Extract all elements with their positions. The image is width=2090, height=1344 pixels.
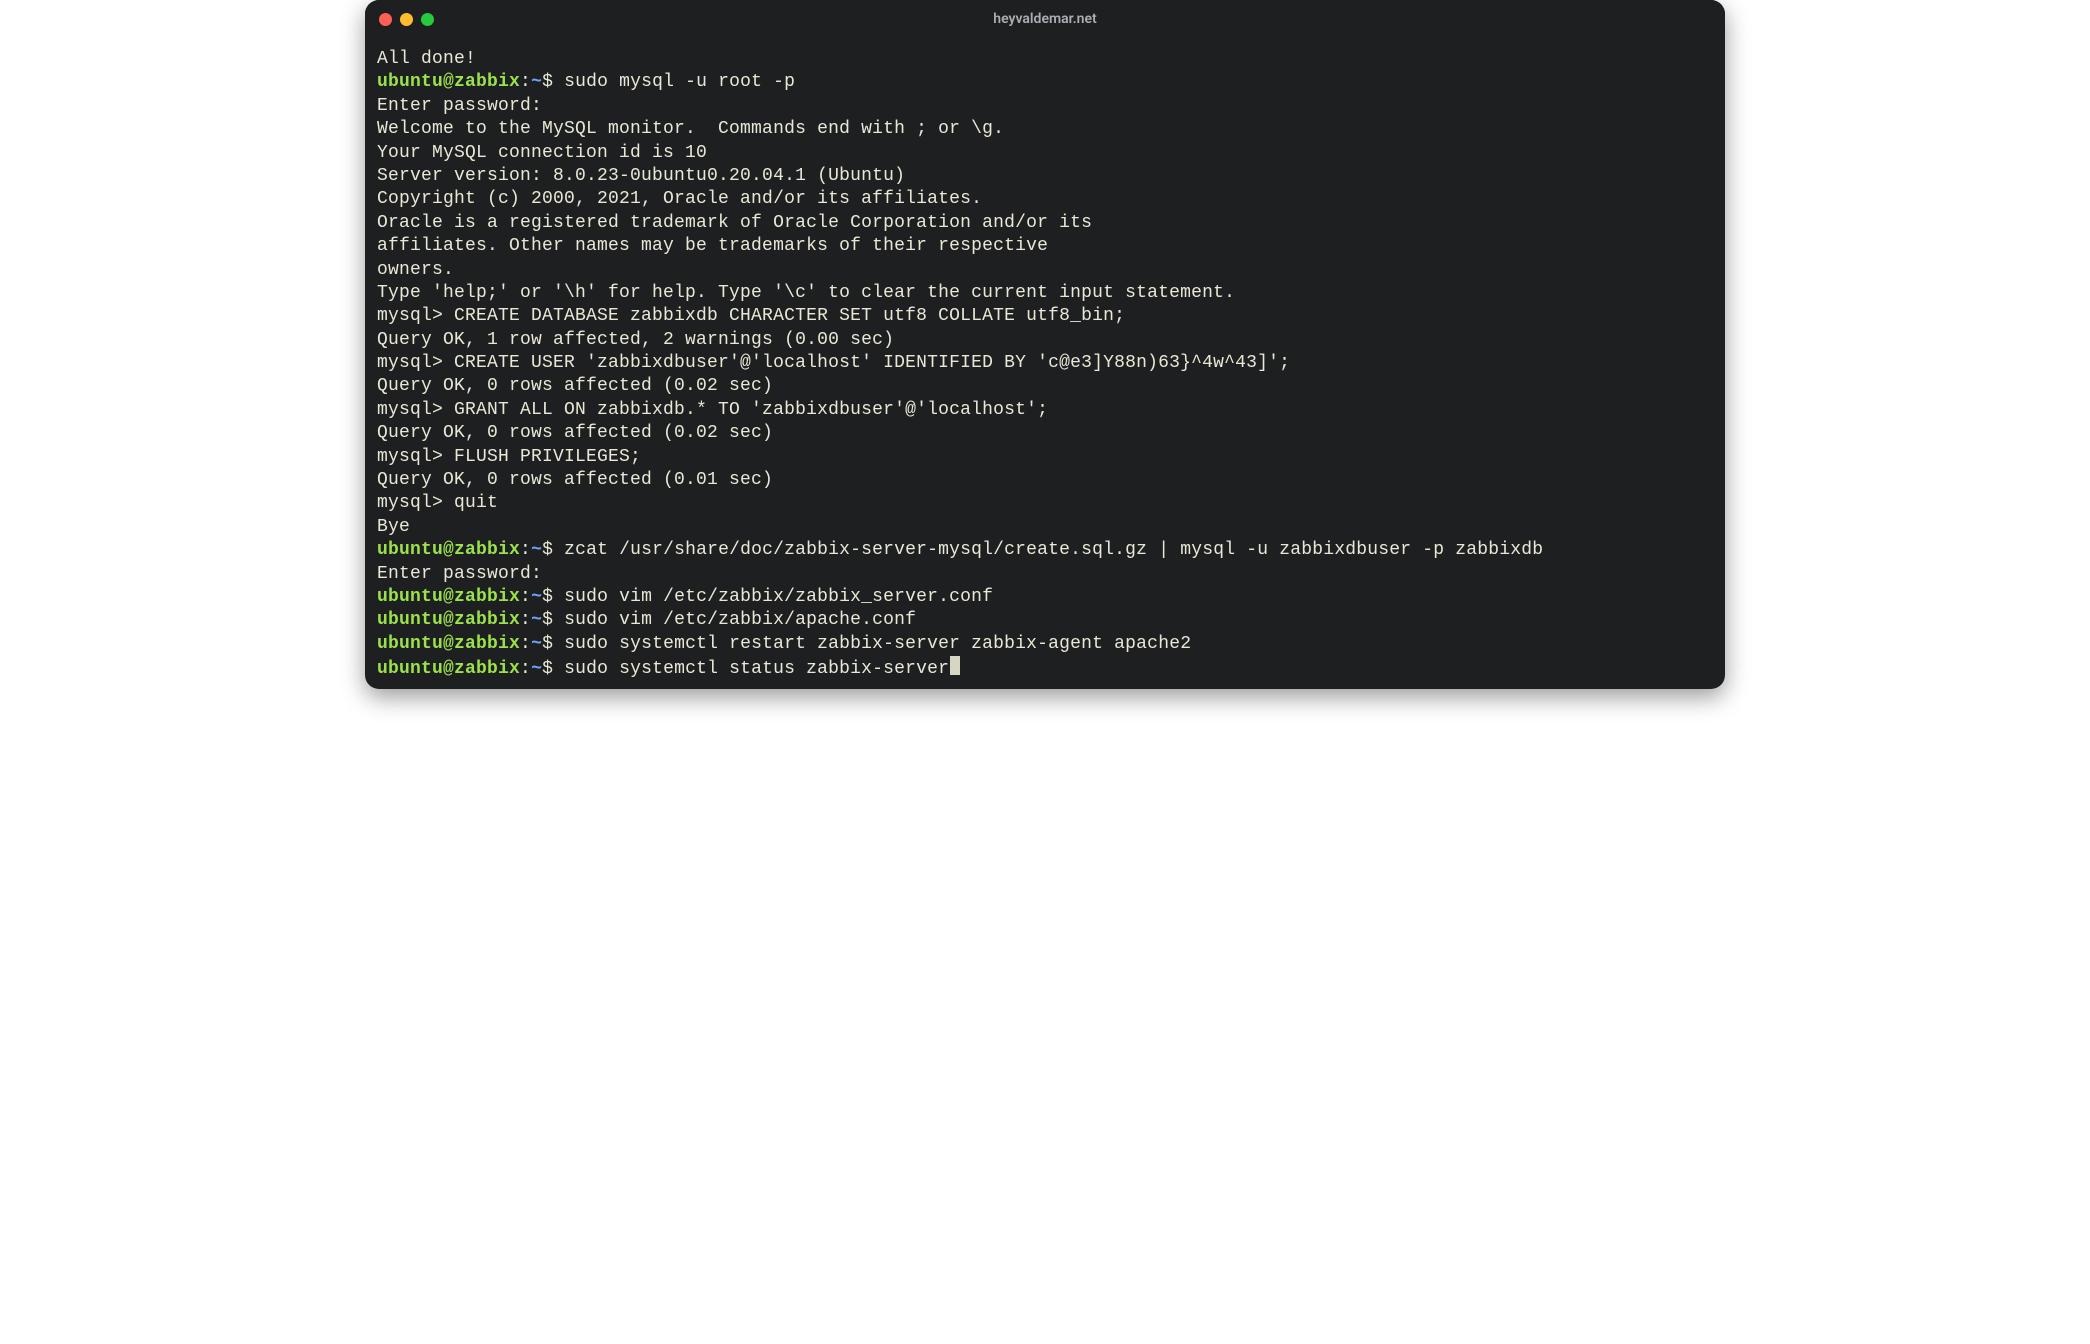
prompt-line: ubuntu@zabbix:~$ sudo mysql -u root -p bbox=[377, 71, 1713, 94]
output-line: Enter password: bbox=[377, 95, 1713, 118]
output-line: Query OK, 1 row affected, 2 warnings (0.… bbox=[377, 329, 1713, 352]
traffic-lights bbox=[379, 13, 434, 26]
prompt-user: ubuntu bbox=[377, 540, 443, 560]
prompt-colon: : bbox=[520, 540, 531, 560]
prompt-path: ~ bbox=[531, 587, 542, 607]
prompt-path: ~ bbox=[531, 610, 542, 630]
prompt-colon: : bbox=[520, 659, 531, 679]
minimize-icon[interactable] bbox=[400, 13, 413, 26]
prompt-at: @ bbox=[443, 72, 454, 92]
prompt-host: zabbix bbox=[454, 540, 520, 560]
output-line: Query OK, 0 rows affected (0.02 sec) bbox=[377, 375, 1713, 398]
prompt-user: ubuntu bbox=[377, 72, 443, 92]
prompt-colon: : bbox=[520, 72, 531, 92]
prompt-dollar: $ bbox=[542, 634, 564, 654]
prompt-host: zabbix bbox=[454, 610, 520, 630]
output-line: mysql> CREATE USER 'zabbixdbuser'@'local… bbox=[377, 352, 1713, 375]
command-text: sudo mysql -u root -p bbox=[564, 72, 795, 92]
command-text: sudo vim /etc/zabbix/zabbix_server.conf bbox=[564, 587, 993, 607]
output-line: Welcome to the MySQL monitor. Commands e… bbox=[377, 118, 1713, 141]
prompt-dollar: $ bbox=[542, 540, 564, 560]
prompt-at: @ bbox=[443, 610, 454, 630]
output-line: Bye bbox=[377, 516, 1713, 539]
output-line: owners. bbox=[377, 259, 1713, 282]
output-line: mysql> FLUSH PRIVILEGES; bbox=[377, 446, 1713, 469]
prompt-line: ubuntu@zabbix:~$ zcat /usr/share/doc/zab… bbox=[377, 539, 1713, 562]
terminal-body[interactable]: All done! ubuntu@zabbix:~$ sudo mysql -u… bbox=[365, 38, 1725, 689]
prompt-at: @ bbox=[443, 634, 454, 654]
prompt-colon: : bbox=[520, 587, 531, 607]
prompt-dollar: $ bbox=[542, 587, 564, 607]
prompt-user: ubuntu bbox=[377, 587, 443, 607]
prompt-dollar: $ bbox=[542, 72, 564, 92]
prompt-line: ubuntu@zabbix:~$ sudo systemctl status z… bbox=[377, 656, 1713, 681]
command-text: sudo vim /etc/zabbix/apache.conf bbox=[564, 610, 916, 630]
output-line: affiliates. Other names may be trademark… bbox=[377, 235, 1713, 258]
titlebar: heyvaldemar.net bbox=[365, 0, 1725, 38]
prompt-dollar: $ bbox=[542, 659, 564, 679]
output-line: mysql> quit bbox=[377, 492, 1713, 515]
prompt-at: @ bbox=[443, 659, 454, 679]
prompt-line: ubuntu@zabbix:~$ sudo systemctl restart … bbox=[377, 633, 1713, 656]
window-title: heyvaldemar.net bbox=[365, 11, 1725, 27]
prompt-user: ubuntu bbox=[377, 659, 443, 679]
prompt-colon: : bbox=[520, 610, 531, 630]
command-text: zcat /usr/share/doc/zabbix-server-mysql/… bbox=[564, 540, 1543, 560]
output-line: mysql> GRANT ALL ON zabbixdb.* TO 'zabbi… bbox=[377, 399, 1713, 422]
output-line: Server version: 8.0.23-0ubuntu0.20.04.1 … bbox=[377, 165, 1713, 188]
prompt-host: zabbix bbox=[454, 587, 520, 607]
zoom-icon[interactable] bbox=[421, 13, 434, 26]
prompt-line: ubuntu@zabbix:~$ sudo vim /etc/zabbix/ap… bbox=[377, 609, 1713, 632]
prompt-path: ~ bbox=[531, 540, 542, 560]
prompt-at: @ bbox=[443, 540, 454, 560]
prompt-path: ~ bbox=[531, 72, 542, 92]
prompt-host: zabbix bbox=[454, 72, 520, 92]
prompt-host: zabbix bbox=[454, 634, 520, 654]
close-icon[interactable] bbox=[379, 13, 392, 26]
prompt-path: ~ bbox=[531, 659, 542, 679]
prompt-dollar: $ bbox=[542, 610, 564, 630]
prompt-colon: : bbox=[520, 634, 531, 654]
prompt-path: ~ bbox=[531, 634, 542, 654]
output-line: Query OK, 0 rows affected (0.02 sec) bbox=[377, 422, 1713, 445]
output-line: Oracle is a registered trademark of Orac… bbox=[377, 212, 1713, 235]
output-line: Enter password: bbox=[377, 563, 1713, 586]
cursor-icon bbox=[950, 656, 960, 675]
prompt-line: ubuntu@zabbix:~$ sudo vim /etc/zabbix/za… bbox=[377, 586, 1713, 609]
prompt-at: @ bbox=[443, 587, 454, 607]
output-line: Query OK, 0 rows affected (0.01 sec) bbox=[377, 469, 1713, 492]
output-line: Copyright (c) 2000, 2021, Oracle and/or … bbox=[377, 188, 1713, 211]
prompt-user: ubuntu bbox=[377, 634, 443, 654]
output-line: Type 'help;' or '\h' for help. Type '\c'… bbox=[377, 282, 1713, 305]
prompt-host: zabbix bbox=[454, 659, 520, 679]
terminal-window: heyvaldemar.net All done! ubuntu@zabbix:… bbox=[365, 0, 1725, 689]
output-line: Your MySQL connection id is 10 bbox=[377, 142, 1713, 165]
prompt-user: ubuntu bbox=[377, 610, 443, 630]
command-text: sudo systemctl restart zabbix-server zab… bbox=[564, 634, 1191, 654]
output-line: mysql> CREATE DATABASE zabbixdb CHARACTE… bbox=[377, 305, 1713, 328]
command-text: sudo systemctl status zabbix-server bbox=[564, 659, 949, 679]
output-line: All done! bbox=[377, 48, 1713, 71]
